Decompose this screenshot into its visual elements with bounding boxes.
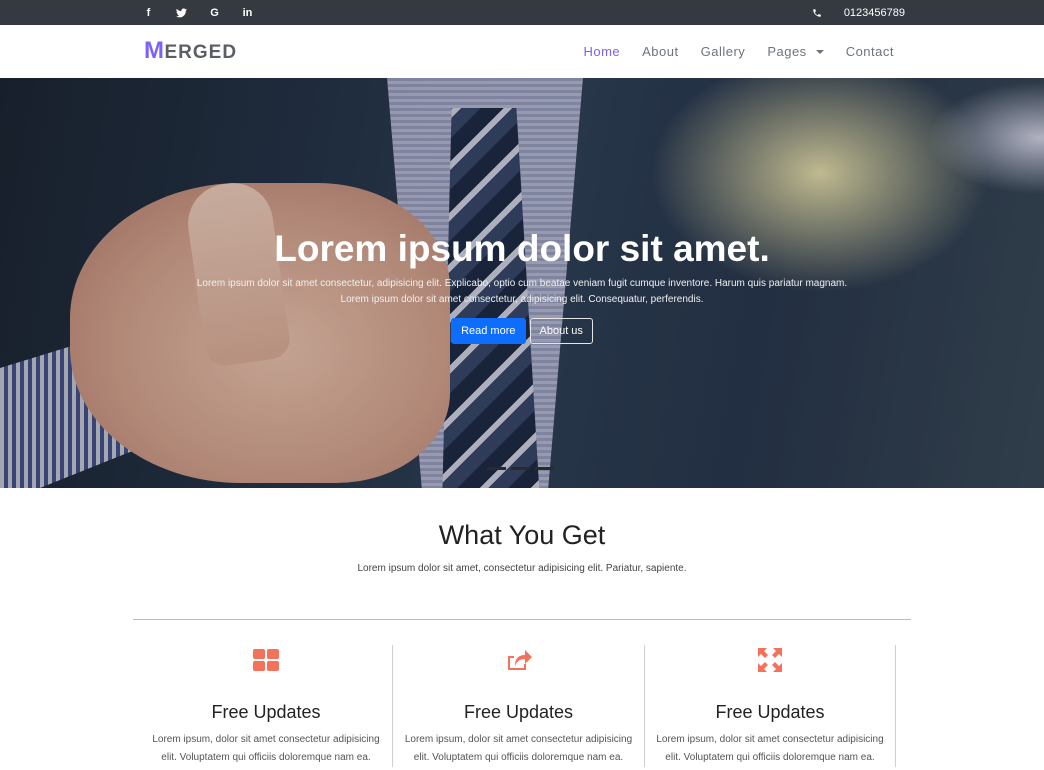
feature-text: Lorem ipsum, dolor sit amet consectetur … [152, 734, 380, 763]
feature-title: Free Updates [211, 702, 321, 722]
section-divider [133, 619, 911, 620]
phone-icon [812, 8, 822, 18]
carousel-indicator-3[interactable] [535, 467, 554, 470]
nav-home[interactable]: Home [583, 44, 620, 59]
expand-arrows-icon [645, 645, 895, 675]
feature-text: Lorem ipsum, dolor sit amet consectetur … [656, 734, 884, 763]
feature-text: Lorem ipsum, dolor sit amet consectetur … [404, 734, 633, 763]
grid-icon [140, 645, 392, 675]
chevron-down-icon [815, 49, 824, 54]
feature-card: Free Updates Lorem ipsum, dolor sit amet… [140, 645, 392, 767]
feature-title: Free Updates [715, 702, 825, 722]
brand-name: ERGED [164, 42, 238, 63]
hero-carousel: Lorem ipsum dolor sit amet. Lorem ipsum … [0, 78, 1044, 488]
google-icon[interactable]: G [198, 0, 231, 25]
carousel-indicators [487, 467, 554, 470]
brand-initial: M [144, 37, 165, 64]
social-links: f G in [132, 0, 264, 25]
hero-caption: Lorem ipsum dolor sit amet. Lorem ipsum … [0, 228, 1044, 344]
top-bar: f G in 0123456789 [0, 0, 1044, 25]
feature-title: Free Updates [463, 702, 574, 722]
hero-text-line-1: Lorem ipsum dolor sit amet consectetur, … [196, 278, 848, 289]
about-us-button[interactable]: About us [529, 318, 593, 344]
hero-buttons: Read more About us [0, 318, 1044, 344]
hero-text-line-2: Lorem ipsum dolor sit amet consectetur, … [340, 294, 704, 305]
carousel-indicator-2[interactable] [511, 467, 530, 470]
read-more-button[interactable]: Read more [451, 318, 526, 344]
phone-number[interactable]: 0123456789 [844, 7, 905, 19]
feature-card: Free Updates Lorem ipsum, dolor sit amet… [644, 645, 896, 767]
phone-contact: 0123456789 [812, 0, 905, 25]
features-header: What You Get Lorem ipsum dolor sit amet,… [0, 520, 1044, 574]
twitter-icon[interactable] [165, 0, 198, 25]
features-subtitle: Lorem ipsum dolor sit amet, consectetur … [357, 563, 687, 574]
carousel-indicator-1[interactable] [487, 467, 506, 470]
features-title: What You Get [438, 520, 606, 550]
facebook-icon[interactable]: f [132, 0, 165, 25]
nav-pages-label: Pages [767, 44, 807, 59]
brand-logo[interactable]: M ERGED [144, 37, 237, 67]
navbar: M ERGED Home About Gallery Pages Contact [0, 25, 1044, 78]
hero-title: Lorem ipsum dolor sit amet. [274, 228, 770, 269]
nav-about[interactable]: About [642, 44, 678, 59]
share-icon [393, 645, 644, 675]
linkedin-icon[interactable]: in [231, 0, 264, 25]
nav-pages-dropdown[interactable]: Pages [767, 44, 824, 59]
nav-links: Home About Gallery Pages Contact [583, 25, 894, 78]
nav-contact[interactable]: Contact [846, 44, 894, 59]
feature-card: Free Updates Lorem ipsum, dolor sit amet… [392, 645, 644, 767]
nav-gallery[interactable]: Gallery [701, 44, 746, 59]
